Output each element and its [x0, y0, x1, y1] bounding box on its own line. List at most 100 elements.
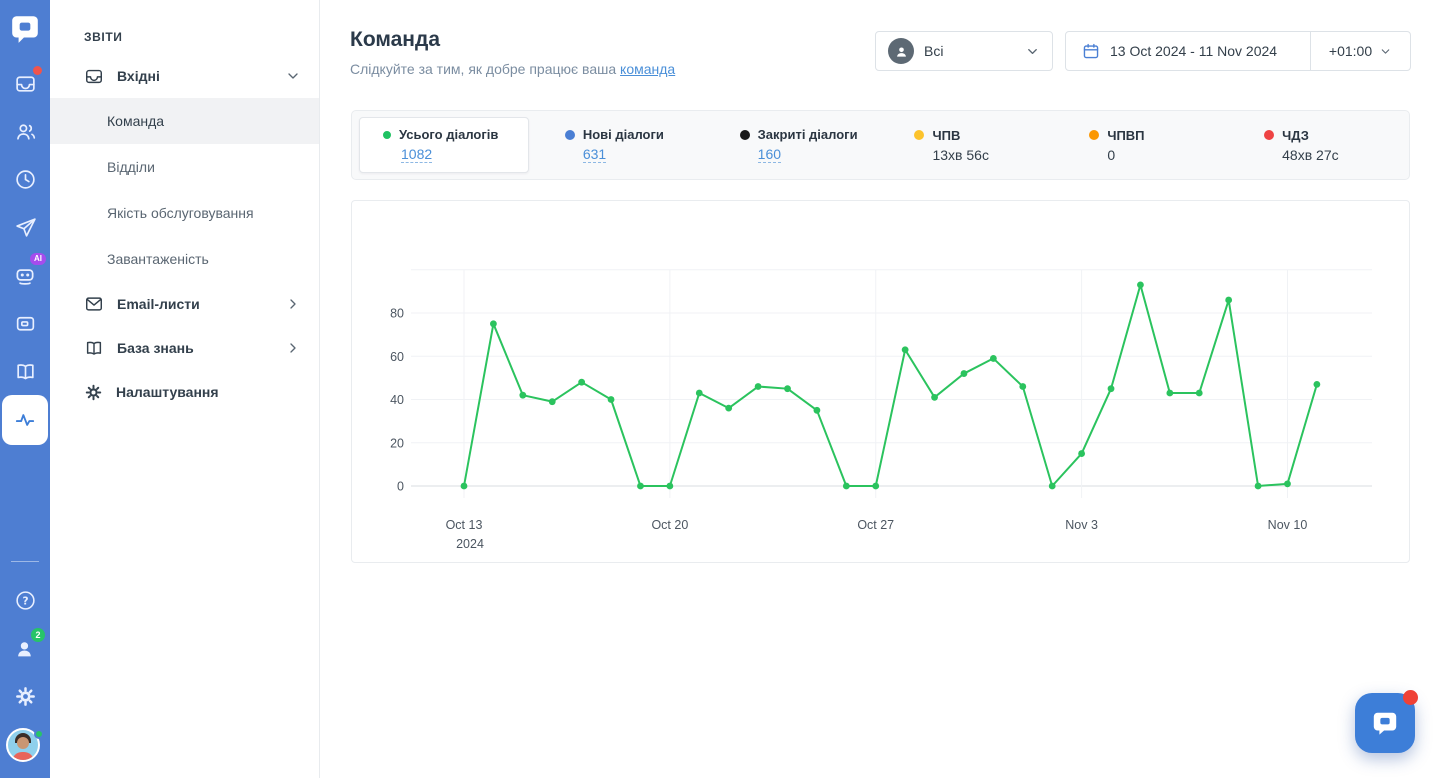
gear-teeth: [17, 688, 33, 704]
timezone-value: +01:00: [1329, 43, 1372, 59]
user-avatar[interactable]: [6, 728, 44, 766]
history-icon[interactable]: [1, 155, 49, 203]
metric-first-response-time[interactable]: ЧПВ 13хв 56с: [884, 111, 1059, 179]
sidebar-item-team[interactable]: Команда: [50, 98, 319, 144]
sidebar-item-inbox[interactable]: Вхідні: [50, 54, 319, 98]
widget-unread-dot: [1403, 690, 1418, 705]
metric-close-time[interactable]: ЧДЗ 48хв 27с: [1234, 111, 1409, 179]
metric-value: 48хв 27с: [1282, 147, 1409, 163]
metric-new-dialogs[interactable]: Нові діалоги 631: [535, 111, 710, 179]
campaigns-icon[interactable]: [1, 203, 49, 251]
metric-label: ЧПВ: [932, 128, 960, 143]
metric-dot: [383, 131, 391, 139]
inbox-tray-icon: [84, 66, 104, 86]
reports-icon[interactable]: [2, 395, 48, 445]
team-link[interactable]: команда: [620, 61, 675, 77]
team-chart-card: 020406080Oct 132024Oct 20Oct 27Nov 3Nov …: [351, 200, 1410, 563]
svg-text:20: 20: [390, 436, 404, 450]
invite-count-badge: 2: [31, 628, 45, 642]
sidebar-item-settings[interactable]: Налаштування: [50, 370, 319, 414]
date-range-picker[interactable]: 13 Oct 2024 - 11 Nov 2024: [1066, 42, 1310, 60]
rail-nav: AI: [1, 59, 49, 445]
timezone-select[interactable]: +01:00: [1310, 32, 1410, 70]
svg-text:?: ?: [22, 595, 28, 607]
metric-response-wait-time[interactable]: ЧПВП 0: [1059, 111, 1234, 179]
svg-text:60: 60: [390, 350, 404, 364]
rail-bottom: ? 2: [1, 561, 49, 778]
metric-label: ЧПВП: [1107, 128, 1144, 143]
metric-value: 0: [1107, 147, 1234, 163]
metric-value[interactable]: 160: [758, 146, 781, 163]
sidebar-item-label: База знань: [117, 340, 194, 356]
page-head: Команда Слідкуйте за тим, як добре працю…: [350, 28, 675, 77]
metric-label: Нові діалоги: [583, 127, 664, 142]
chevron-right-icon: [285, 296, 301, 312]
metric-value[interactable]: 631: [583, 146, 606, 163]
metric-label: Усього діалогів: [399, 127, 498, 142]
date-range-value: 13 Oct 2024 - 11 Nov 2024: [1110, 43, 1277, 59]
svg-text:Nov 3: Nov 3: [1065, 518, 1098, 532]
date-range-control: 13 Oct 2024 - 11 Nov 2024 +01:00: [1065, 31, 1411, 71]
metrics-bar: Усього діалогів 1082 Нові діалоги 631 За…: [351, 110, 1410, 180]
svg-text:Nov 10: Nov 10: [1268, 518, 1308, 532]
book-icon: [84, 338, 104, 358]
rail-divider: [11, 561, 39, 562]
svg-text:Oct 20: Oct 20: [651, 518, 688, 532]
metric-label: Закриті діалоги: [758, 127, 858, 142]
team-chart[interactable]: 020406080Oct 132024Oct 20Oct 27Nov 3Nov …: [352, 201, 1409, 562]
online-status-dot: [34, 729, 44, 739]
invite-teammates-icon[interactable]: 2: [1, 624, 49, 672]
help-icon[interactable]: ?: [1, 576, 49, 624]
page-title: Команда: [350, 28, 675, 52]
page-subtitle: Слідкуйте за тим, як добре працює ваша к…: [350, 61, 675, 77]
svg-text:0: 0: [397, 480, 404, 494]
rail-settings-icon[interactable]: [1, 672, 49, 720]
main-content: Команда Слідкуйте за тим, як добре працю…: [320, 0, 1440, 778]
all-agents-avatar-icon: [888, 38, 914, 64]
chevron-right-icon: [285, 340, 301, 356]
reports-sidebar: ЗВІТИ Вхідні Команда Відділи Якість обсл…: [50, 0, 320, 778]
metric-dot: [1264, 130, 1274, 140]
svg-text:Oct 27: Oct 27: [857, 518, 894, 532]
metric-value: 13хв 56с: [932, 147, 1059, 163]
sidebar-section-title: ЗВІТИ: [50, 0, 319, 54]
widgets-icon[interactable]: [1, 299, 49, 347]
metric-dot: [565, 130, 575, 140]
contacts-icon[interactable]: [1, 107, 49, 155]
chat-bubble-icon: [1371, 709, 1399, 737]
chevron-down-icon: [1025, 44, 1040, 59]
agent-filter-select[interactable]: Всі: [875, 31, 1053, 71]
inbox-alert-badge: [33, 66, 42, 75]
metric-total-dialogs[interactable]: Усього діалогів 1082: [359, 117, 529, 173]
sidebar-item-emails[interactable]: Email-листи: [50, 282, 319, 326]
metric-dot: [740, 130, 750, 140]
sidebar-item-label: Email-листи: [117, 296, 200, 312]
inbox-icon[interactable]: [1, 59, 49, 107]
chat-widget-launcher[interactable]: [1355, 693, 1415, 753]
ai-bot-icon[interactable]: AI: [1, 251, 49, 299]
svg-text:Oct 13: Oct 13: [446, 518, 483, 532]
metric-dot: [914, 130, 924, 140]
sidebar-item-workload[interactable]: Завантаженість: [50, 236, 319, 282]
envelope-icon: [84, 294, 104, 314]
chevron-down-icon: [1379, 45, 1392, 58]
sidebar-item-departments[interactable]: Відділи: [50, 144, 319, 190]
gear-icon: [84, 383, 103, 402]
knowledge-base-icon[interactable]: [1, 347, 49, 395]
metric-dot: [1089, 130, 1099, 140]
metric-closed-dialogs[interactable]: Закриті діалоги 160: [710, 111, 885, 179]
svg-text:80: 80: [390, 307, 404, 321]
agent-filter-value: Всі: [924, 43, 943, 59]
svg-text:40: 40: [390, 393, 404, 407]
sidebar-item-label: Налаштування: [116, 384, 219, 400]
calendar-icon: [1082, 42, 1100, 60]
metric-value[interactable]: 1082: [401, 146, 432, 163]
sidebar-item-label: Вхідні: [117, 68, 160, 84]
app-logo-icon[interactable]: [9, 13, 41, 45]
metric-label: ЧДЗ: [1282, 128, 1309, 143]
app-rail: AI ? 2: [0, 0, 50, 778]
sidebar-item-knowledge-base[interactable]: База знань: [50, 326, 319, 370]
sidebar-item-service-quality[interactable]: Якість обслуговування: [50, 190, 319, 236]
ai-badge: AI: [30, 253, 46, 265]
chevron-down-icon: [285, 68, 301, 84]
